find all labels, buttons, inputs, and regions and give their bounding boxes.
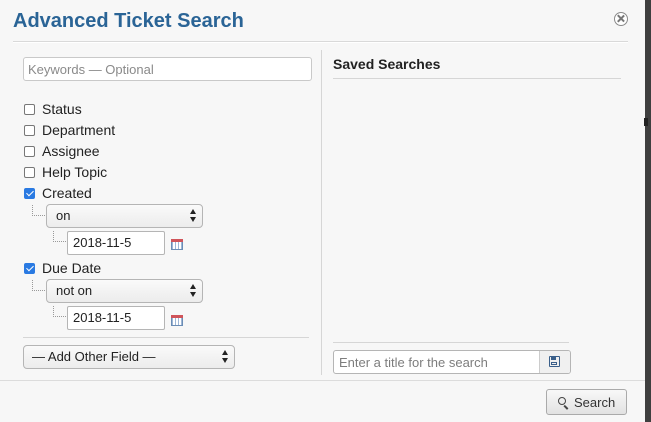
search-title-input[interactable] [334, 351, 549, 373]
field-assignee-row[interactable]: Assignee [23, 142, 100, 160]
calendar-icon[interactable] [171, 315, 183, 326]
created-label: Created [42, 185, 92, 201]
background-edge [645, 0, 651, 422]
tree-connector [53, 231, 66, 242]
help-topic-label: Help Topic [42, 164, 108, 180]
created-operator-select[interactable]: on [46, 204, 203, 228]
created-operator-value: on [56, 208, 71, 223]
select-arrows-icon [222, 350, 229, 364]
add-other-field-value: — Add Other Field — [32, 349, 156, 364]
calendar-icon[interactable] [171, 239, 183, 250]
title-divider [13, 41, 628, 43]
department-label: Department [42, 122, 116, 138]
created-date-input[interactable]: 2018-11-5 [67, 231, 165, 255]
created-checkbox[interactable] [24, 187, 35, 199]
footer-divider [0, 380, 645, 381]
department-checkbox[interactable] [24, 124, 35, 136]
dialog-title: Advanced Ticket Search [13, 10, 244, 32]
field-status-row[interactable]: Status [23, 100, 82, 118]
search-button-label: Search [574, 395, 616, 410]
due-date-operator-select[interactable]: not on [46, 279, 203, 303]
tree-connector [32, 205, 45, 216]
status-checkbox[interactable] [24, 103, 35, 115]
due-date-operator-value: not on [56, 283, 93, 298]
search-icon [558, 397, 566, 405]
saved-searches-title: Saved Searches [333, 56, 441, 72]
save-icon [549, 356, 560, 367]
due-date-checkbox[interactable] [24, 262, 35, 274]
field-due-date-row[interactable]: Due Date [23, 259, 101, 277]
tree-connector [53, 306, 66, 317]
assignee-checkbox[interactable] [24, 145, 35, 157]
field-created-row[interactable]: Created [23, 184, 92, 202]
select-arrows-icon [190, 209, 197, 223]
field-department-row[interactable]: Department [23, 121, 115, 139]
status-label: Status [42, 101, 82, 117]
left-divider [23, 337, 309, 338]
select-arrows-icon [190, 284, 197, 298]
help-topic-checkbox[interactable] [24, 166, 35, 178]
assignee-label: Assignee [42, 143, 100, 159]
saved-searches-bottom-divider [333, 342, 569, 343]
due-date-date-input[interactable]: 2018-11-5 [67, 306, 165, 330]
due-date-label: Due Date [42, 260, 102, 276]
save-search-button[interactable] [539, 351, 570, 373]
tree-connector [32, 280, 45, 291]
close-icon[interactable] [614, 12, 628, 26]
column-divider [321, 50, 322, 375]
search-button[interactable]: Search [546, 389, 627, 415]
add-other-field-select[interactable]: — Add Other Field — [23, 345, 235, 369]
background-edge-tick [644, 118, 648, 126]
search-title-field[interactable] [333, 350, 571, 374]
field-help-topic-row[interactable]: Help Topic [23, 163, 107, 181]
keywords-input[interactable] [23, 57, 312, 81]
saved-searches-divider [333, 78, 621, 79]
